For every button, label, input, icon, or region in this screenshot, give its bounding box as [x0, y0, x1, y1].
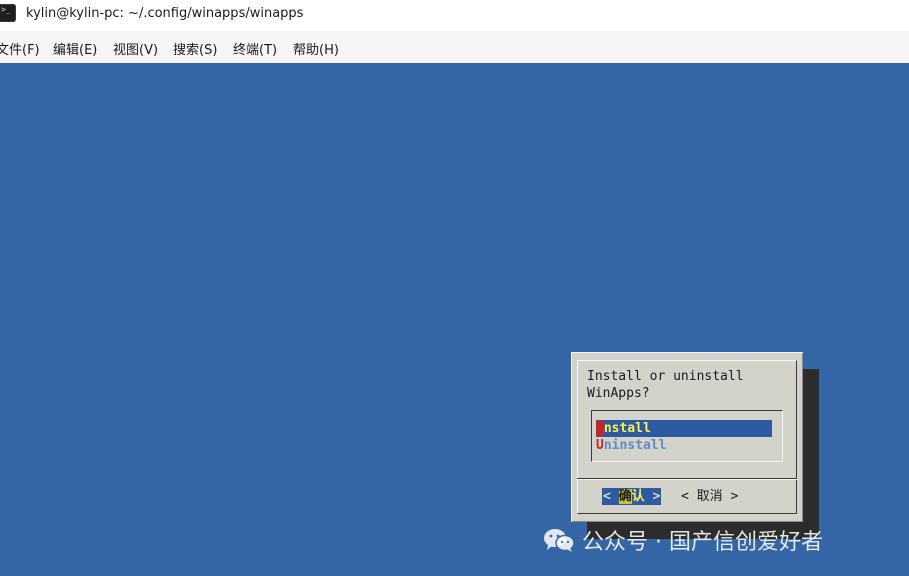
menu-file[interactable]: 文件(F) [0, 39, 40, 58]
option-list: Install Uninstall [591, 410, 783, 462]
watermark: 公众号 · 国产信创爱好者 [542, 515, 823, 565]
dialog-prompt: Install or uninstall WinApps? [587, 369, 744, 401]
terminal-window: >_ kylin@kylin-pc: ~/.config/winapps/win… [0, 0, 909, 576]
cancel-button[interactable]: < 取消 > [681, 488, 738, 505]
confirm-label-rest: 认 [631, 489, 645, 504]
option-uninstall-label: ninstall [603, 438, 667, 453]
terminal-icon: >_ [0, 4, 16, 22]
wechat-icon [542, 527, 576, 553]
cancel-label: 取消 [696, 489, 723, 504]
option-uninstall-hotkey: U [596, 438, 604, 453]
cancel-right-bracket: > [730, 489, 739, 504]
menu-help[interactable]: 帮助(H) [293, 39, 339, 58]
button-separator [577, 478, 797, 480]
option-install-hotkey: I [596, 421, 604, 436]
confirm-label-first: 确 [618, 489, 632, 504]
menu-edit[interactable]: 编辑(E) [53, 39, 97, 58]
menu-bar: 文件(F) 编辑(E) 视图(V) 搜索(S) 终端(T) 帮助(H) [0, 31, 909, 63]
menu-view[interactable]: 视图(V) [113, 39, 158, 58]
window-title: kylin@kylin-pc: ~/.config/winapps/winapp… [26, 6, 304, 21]
option-install[interactable]: Install [596, 420, 772, 437]
watermark-text: 公众号 · 国产信创爱好者 [582, 530, 823, 555]
option-install-label: nstall [603, 421, 651, 436]
install-dialog: Install or uninstall WinApps? Install Un… [571, 352, 803, 522]
terminal-icon-prompt: >_ [1, 5, 11, 14]
cancel-left-bracket: < [681, 489, 689, 504]
menu-search[interactable]: 搜索(S) [173, 39, 217, 58]
confirm-left-bracket: < [603, 489, 611, 504]
confirm-right-bracket: > [652, 489, 661, 504]
option-uninstall[interactable]: Uninstall [596, 437, 772, 454]
title-bar[interactable]: >_ kylin@kylin-pc: ~/.config/winapps/win… [0, 0, 909, 30]
menu-terminal[interactable]: 终端(T) [233, 39, 277, 58]
confirm-button[interactable]: < 确认 > [602, 488, 662, 505]
